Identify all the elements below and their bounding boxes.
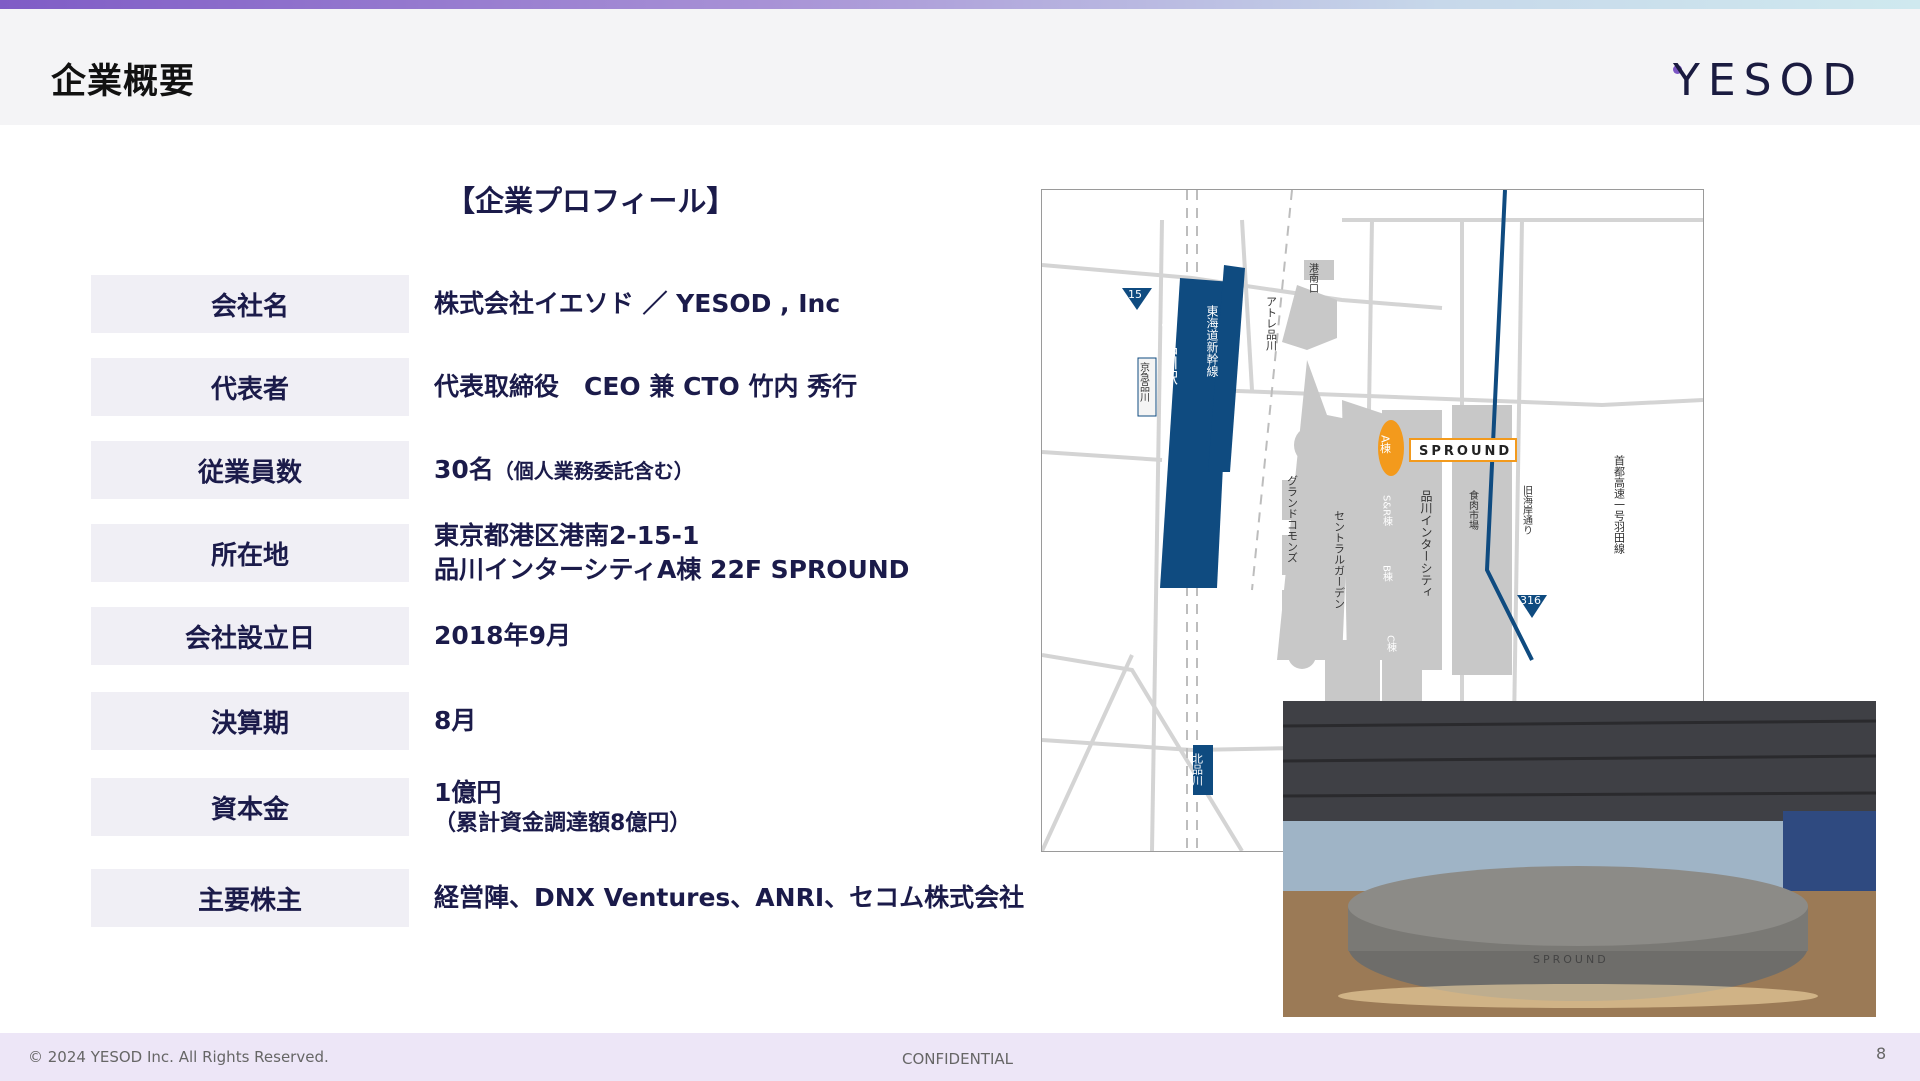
page-title: 企業概要	[51, 62, 196, 102]
map-label-intercity: 品川インターシティ	[1419, 490, 1433, 598]
info-value: 代表取締役 CEO 兼 CTO 竹内 秀行	[434, 358, 857, 416]
map-label-c-tower: C棟	[1385, 635, 1397, 653]
slide-header: 企業概要	[0, 9, 1920, 125]
info-row-company-name: 会社名 株式会社イエソド ／ YESOD , Inc	[91, 275, 1001, 333]
info-label: 資本金	[91, 778, 409, 836]
map-label-kitashinagawa: 北品川	[1191, 753, 1204, 786]
map-label-shinkansen: 東海道新幹線	[1205, 305, 1219, 377]
map-label-b-tower: B棟	[1381, 565, 1393, 583]
map-label-atre: アトレ品川	[1265, 296, 1278, 351]
map-label-kyukaigan: 旧海岸通り	[1521, 485, 1533, 535]
logo-text: YESOD	[1673, 55, 1865, 106]
confidential-label: CONFIDENTIAL	[902, 1050, 1014, 1068]
info-value: 1億円 （累計資金調達額8億円）	[434, 778, 691, 836]
address-line-1: 東京都港区港南2-15-1	[434, 521, 700, 550]
info-row-representative: 代表者 代表取締役 CEO 兼 CTO 竹内 秀行	[91, 358, 1001, 416]
office-photo-illustration: SPROUND	[1283, 701, 1876, 1017]
info-value: 30名（個人業務委託含む）	[434, 441, 694, 499]
map-label-a-tower: A棟	[1379, 435, 1392, 454]
map-label-grand-commons: グランドコモンズ	[1286, 475, 1299, 563]
profile-heading: 【企業プロフィール】	[446, 184, 736, 218]
address-line-2: 品川インターシティA棟 22F SPROUND	[434, 555, 910, 584]
counter-logo-text: SPROUND	[1533, 953, 1609, 966]
yesod-logo: YESOD	[1665, 55, 1865, 106]
info-label: 主要株主	[91, 869, 409, 927]
founded-value: 2018年9月	[434, 621, 571, 650]
info-value: 東京都港区港南2-15-1 品川インターシティA棟 22F SPROUND	[434, 521, 909, 584]
info-value: 株式会社イエソド ／ YESOD , Inc	[434, 275, 840, 333]
info-label: 会社名	[91, 275, 409, 333]
fiscal-period-value: 8月	[434, 706, 477, 735]
info-value: 2018年9月	[434, 607, 571, 665]
info-label: 代表者	[91, 358, 409, 416]
map-label-316: 316	[1520, 594, 1541, 607]
map-label-market: 食肉市場	[1467, 489, 1479, 531]
map-label-keikyu: 京急品川	[1138, 361, 1150, 402]
info-row-employees: 従業員数 30名（個人業務委託含む）	[91, 441, 1001, 499]
map-label-konan: 港南口	[1307, 263, 1319, 293]
company-name-value: 株式会社イエソド ／ YESOD , Inc	[434, 289, 841, 318]
employees-value: 30名	[434, 454, 494, 484]
representative-value: 代表取締役 CEO 兼 CTO 竹内 秀行	[434, 372, 858, 401]
info-value: 経営陣、DNX Ventures、ANRI、セコム株式会社	[434, 869, 1024, 927]
info-label: 会社設立日	[91, 607, 409, 665]
map-label-expressway: 首都高速一号羽田線	[1613, 454, 1626, 554]
info-label: 所在地	[91, 524, 409, 582]
info-value: 8月	[434, 692, 476, 750]
copyright-text: © 2024 YESOD Inc. All Rights Reserved.	[28, 1048, 329, 1066]
map-label-sr-tower: S&R棟	[1381, 495, 1393, 527]
map-label-15: 15	[1128, 288, 1142, 301]
info-row-shareholders: 主要株主 経営陣、DNX Ventures、ANRI、セコム株式会社	[91, 869, 1024, 927]
employees-note: （個人業務委託含む）	[493, 458, 694, 483]
map-label-jr-station: JR品川駅	[1161, 324, 1179, 385]
map-label-central-garden: セントラルガーデン	[1333, 510, 1346, 609]
info-row-fiscal-period: 決算期 8月	[91, 692, 1001, 750]
info-row-founded: 会社設立日 2018年9月	[91, 607, 1001, 665]
slide-footer: © 2024 YESOD Inc. All Rights Reserved. C…	[0, 1033, 1920, 1081]
capital-note: （累計資金調達額8億円）	[434, 811, 692, 836]
office-photo: SPROUND	[1283, 701, 1876, 1017]
capital-value: 1億円	[434, 778, 502, 807]
shareholders-value: 経営陣、DNX Ventures、ANRI、セコム株式会社	[434, 883, 1025, 912]
top-accent-bar	[0, 0, 1920, 9]
info-row-capital: 資本金 1億円 （累計資金調達額8億円）	[91, 778, 1001, 836]
map-label-sprounds: SPROUND	[1419, 444, 1512, 459]
page-number: 8	[1876, 1044, 1887, 1063]
info-label: 決算期	[91, 692, 409, 750]
info-label: 従業員数	[91, 441, 409, 499]
info-row-address: 所在地 東京都港区港南2-15-1 品川インターシティA棟 22F SPROUN…	[91, 521, 1001, 584]
